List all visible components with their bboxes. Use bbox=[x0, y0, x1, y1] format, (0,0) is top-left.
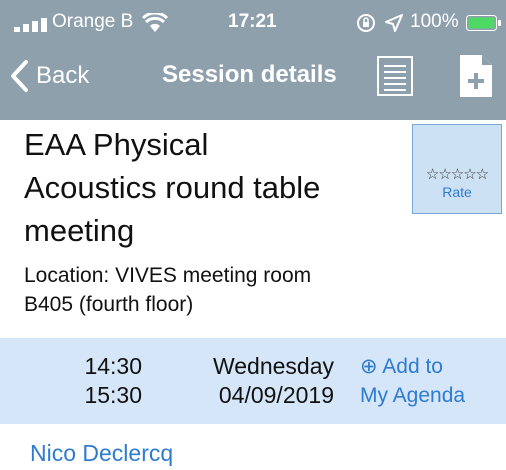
location-arrow-icon bbox=[385, 14, 403, 32]
add-document-icon[interactable] bbox=[458, 53, 494, 99]
speaker-link[interactable]: Nico Declercq bbox=[30, 440, 173, 467]
rate-label: Rate bbox=[442, 184, 472, 200]
date: 04/09/2019 bbox=[218, 382, 334, 408]
back-label: Back bbox=[36, 62, 90, 89]
session-title-line: meeting bbox=[24, 213, 135, 248]
schedule-band: 14:30 15:30 Wednesday 04/09/2019 ⊕ Add t… bbox=[0, 338, 506, 424]
weekday: Wednesday bbox=[212, 353, 334, 379]
session-date: Wednesday 04/09/2019 bbox=[186, 352, 334, 410]
location-line: B405 (fourth floor) bbox=[24, 293, 194, 316]
carrier-name: Orange B bbox=[52, 11, 134, 32]
agenda-label-line1: ⊕ Add to bbox=[360, 355, 443, 378]
agenda-label-line2: My Agenda bbox=[360, 384, 466, 407]
status-time: 17:21 bbox=[228, 11, 277, 32]
start-time: 14:30 bbox=[84, 353, 142, 379]
session-location: Location: VIVES meeting room B405 (fourt… bbox=[24, 261, 404, 319]
app-header: Orange B 17:21 100% Back Session details bbox=[0, 0, 506, 120]
back-button[interactable]: Back bbox=[8, 56, 89, 96]
page-title: Session details bbox=[162, 61, 337, 88]
session-title-line: EAA Physical bbox=[24, 127, 209, 162]
star-rating-icon: ☆☆☆☆☆ bbox=[425, 166, 489, 183]
cell-signal-icon bbox=[14, 18, 47, 32]
location-line: Location: VIVES meeting room bbox=[24, 264, 312, 287]
session-times: 14:30 15:30 bbox=[72, 352, 142, 410]
status-bar: Orange B 17:21 100% bbox=[0, 0, 506, 44]
rotation-lock-icon bbox=[357, 14, 375, 32]
session-title: EAA Physical Acoustics round table meeti… bbox=[24, 123, 404, 252]
end-time: 15:30 bbox=[84, 382, 142, 408]
battery-percent: 100% bbox=[410, 11, 459, 32]
add-to-agenda-button[interactable]: ⊕ Add to My Agenda bbox=[360, 352, 465, 410]
notes-icon[interactable] bbox=[376, 55, 414, 97]
wifi-icon bbox=[142, 13, 168, 32]
battery-icon bbox=[466, 15, 501, 31]
session-title-line: Acoustics round table bbox=[24, 170, 321, 205]
navigation-bar: Back Session details bbox=[0, 44, 506, 120]
chevron-left-icon bbox=[11, 60, 28, 92]
rate-button[interactable]: ☆☆☆☆☆ Rate bbox=[412, 124, 502, 214]
